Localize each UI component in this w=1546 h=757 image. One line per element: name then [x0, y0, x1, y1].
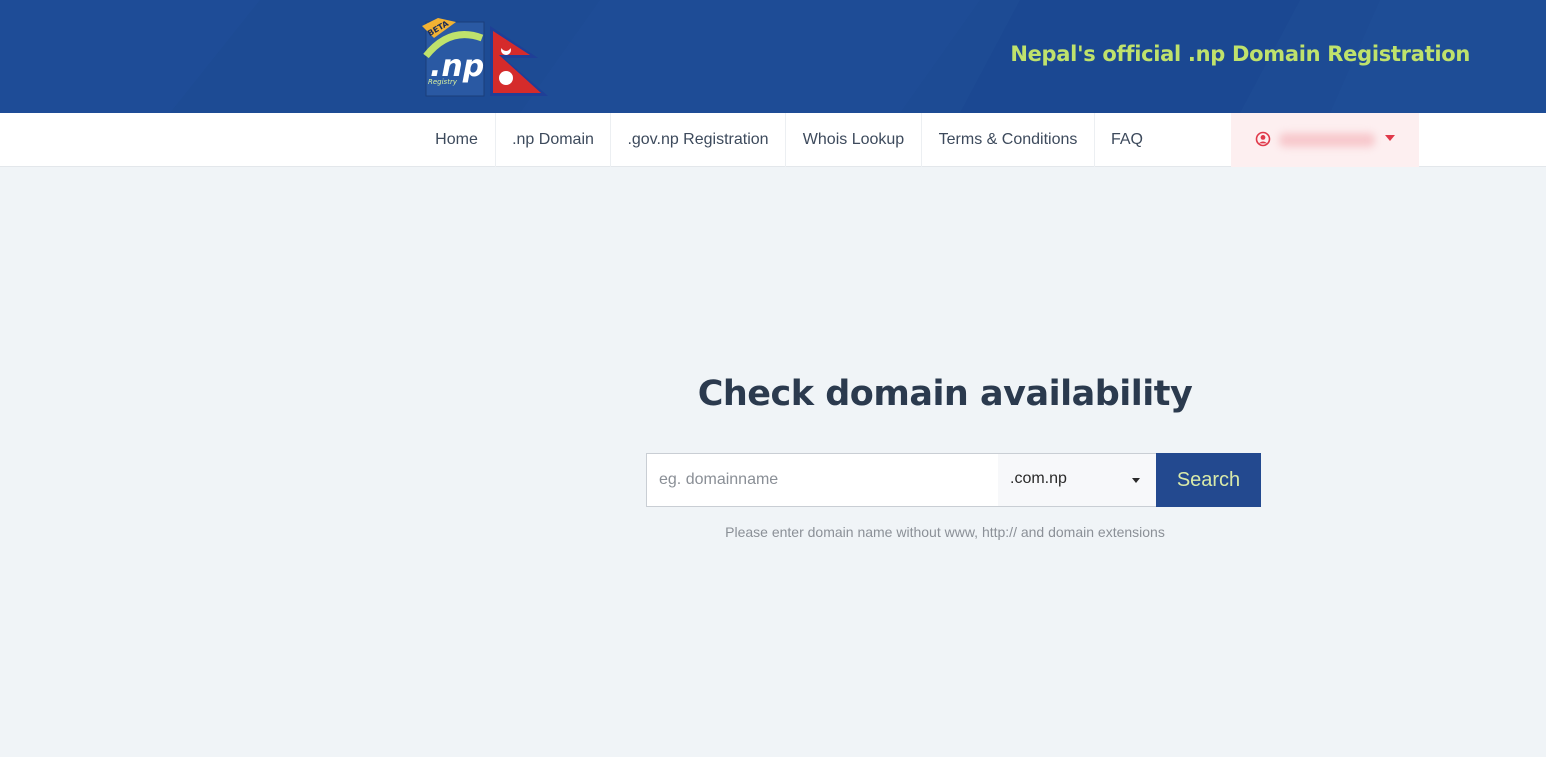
account-name-redacted	[1279, 133, 1375, 147]
nav-item-terms-conditions[interactable]: Terms & Conditions	[922, 113, 1094, 167]
nav-item-gov-np-registration[interactable]: .gov.np Registration	[611, 113, 785, 167]
domain-search-form: .com.np	[646, 453, 1157, 507]
nepal-flag-icon	[490, 26, 548, 96]
site-logo[interactable]: BETA .np Registry	[420, 16, 552, 98]
nav-item-faq[interactable]: FAQ	[1095, 113, 1159, 167]
user-circle-icon	[1255, 131, 1271, 147]
domain-search-input[interactable]	[647, 454, 998, 506]
nav-item-home[interactable]: Home	[418, 113, 495, 167]
site-tagline: Nepal's official .np Domain Registration	[1010, 42, 1470, 66]
logo-subtext: Registry	[428, 78, 458, 86]
account-menu[interactable]	[1231, 113, 1419, 167]
search-button[interactable]: Search	[1156, 453, 1261, 507]
domain-extension-select[interactable]: .com.np	[998, 454, 1157, 506]
site-header: BETA .np Registry Nepal's official .np D…	[0, 0, 1546, 113]
domain-extension-value: .com.np	[1010, 470, 1067, 487]
nav-item-np-domain[interactable]: .np Domain	[496, 113, 610, 167]
chevron-down-icon	[1385, 135, 1395, 141]
page-title: Check domain availability	[697, 374, 1193, 414]
nav-item-whois-lookup[interactable]: Whois Lookup	[786, 113, 921, 167]
chevron-down-icon	[1132, 478, 1140, 483]
search-hint: Please enter domain name without www, ht…	[725, 524, 1165, 540]
